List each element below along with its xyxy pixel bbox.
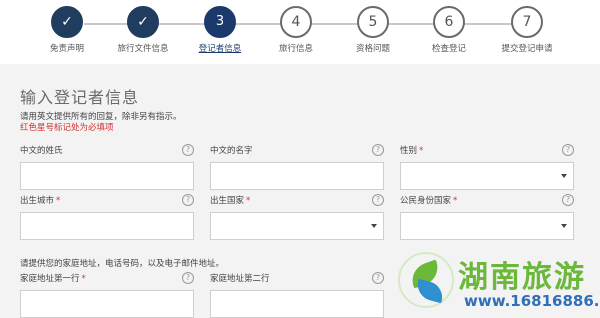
step-number: 7 [511, 6, 543, 38]
field-label: 出生国家 [210, 196, 245, 206]
step-label: 免责声明 [49, 44, 84, 54]
required-note: 红色星号标记处为必填项 [20, 123, 114, 133]
step-check-icon: ✓ [127, 6, 159, 38]
step-number: 6 [433, 6, 465, 38]
step-label: 旅行信息 [278, 44, 313, 54]
chinese-surname-input[interactable] [20, 162, 194, 190]
step-4[interactable]: 4 旅行信息 [256, 6, 336, 54]
required-marker: * [246, 196, 251, 206]
section-title: 输入登记者信息 [20, 88, 140, 107]
step-5[interactable]: 5 资格问题 [333, 6, 413, 54]
help-icon[interactable]: ? [182, 194, 194, 206]
field-label: 家庭地址第一行 [20, 274, 80, 284]
gender-select[interactable] [400, 162, 574, 190]
chinese-given-name-input[interactable] [210, 162, 384, 190]
help-icon[interactable]: ? [562, 144, 574, 156]
address-line1-input[interactable] [20, 290, 194, 318]
field-label: 公民身份国家 [400, 196, 452, 206]
address-instruction: 请提供您的家庭地址，电话号码，以及电子邮件地址。 [20, 259, 225, 269]
help-icon[interactable]: ? [182, 144, 194, 156]
field-chinese-surname: 中文的姓氏 ? [20, 144, 194, 190]
chevron-down-icon [561, 224, 567, 228]
step-3[interactable]: 3 登记者信息 [180, 6, 260, 54]
step-label: 资格问题 [355, 44, 390, 54]
required-marker: * [56, 196, 61, 206]
required-marker: * [81, 274, 86, 284]
field-label: 家庭地址第二行 [210, 274, 270, 284]
birth-city-input[interactable] [20, 212, 194, 240]
help-icon[interactable]: ? [182, 272, 194, 284]
step-1[interactable]: ✓ 免责声明 [27, 6, 107, 54]
step-check-icon: ✓ [51, 6, 83, 38]
watermark: 湖南旅游 www.16816886.cn [398, 250, 600, 316]
field-label: 中文的名字 [210, 146, 253, 156]
citizenship-country-select[interactable] [400, 212, 574, 240]
step-2[interactable]: ✓ 旅行文件信息 [103, 6, 183, 54]
help-icon[interactable]: ? [562, 194, 574, 206]
step-label: 旅行文件信息 [117, 44, 169, 54]
birth-country-select[interactable] [210, 212, 384, 240]
field-birth-city: 出生城市 * ? [20, 194, 194, 240]
address-line2-input[interactable] [210, 290, 384, 318]
field-label: 性别 [400, 146, 418, 156]
field-birth-country: 出生国家 * ? [210, 194, 384, 240]
help-icon[interactable]: ? [372, 194, 384, 206]
step-number: 5 [357, 6, 389, 38]
step-number: 3 [204, 6, 236, 38]
field-gender: 性别 * ? [400, 144, 574, 190]
progress-stepper: ✓ 免责声明 ✓ 旅行文件信息 3 登记者信息 4 旅行信息 5 资格问题 6 … [0, 0, 600, 62]
field-label: 出生城市 [20, 196, 55, 206]
chevron-down-icon [561, 174, 567, 178]
step-6[interactable]: 6 检查登记 [409, 6, 489, 54]
step-label: 登记者信息 [198, 44, 242, 54]
watermark-brand: 湖南旅游 [458, 260, 586, 295]
field-address-line2: 家庭地址第二行 ? [210, 272, 384, 318]
help-icon[interactable]: ? [372, 272, 384, 284]
chevron-down-icon [371, 224, 377, 228]
required-marker: * [453, 196, 458, 206]
step-label: 提交登记申请 [501, 44, 553, 54]
step-label: 检查登记 [431, 44, 466, 54]
watermark-url: www.16816886.cn [464, 292, 600, 310]
field-citizenship-country: 公民身份国家 * ? [400, 194, 574, 240]
field-chinese-given-name: 中文的名字 ? [210, 144, 384, 190]
field-address-line1: 家庭地址第一行 * ? [20, 272, 194, 318]
required-marker: * [419, 146, 424, 156]
step-7[interactable]: 7 提交登记申请 [487, 6, 567, 54]
help-icon[interactable]: ? [372, 144, 384, 156]
step-number: 4 [280, 6, 312, 38]
leaf-logo-icon [398, 252, 454, 308]
field-label: 中文的姓氏 [20, 146, 63, 156]
